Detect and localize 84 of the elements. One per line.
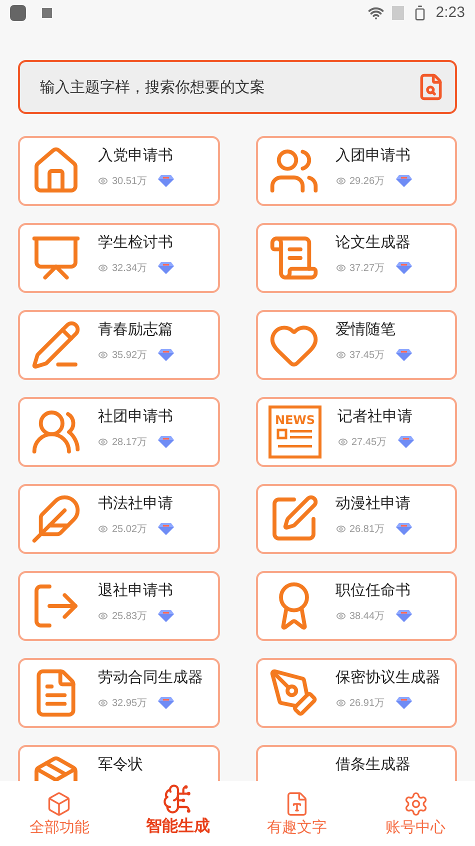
feature-card[interactable]: 学生检讨书 32.34万 xyxy=(18,223,220,293)
diamond-icon xyxy=(157,261,176,275)
feature-card[interactable]: 动漫社申请 26.81万 xyxy=(256,484,457,554)
feature-card[interactable]: 借条生成器 xyxy=(256,745,457,781)
views-icon xyxy=(338,437,348,447)
view-count: 29.26万 xyxy=(350,174,385,188)
feature-card[interactable]: 保密协议生成器 26.91万 xyxy=(256,658,457,728)
feather-icon xyxy=(30,493,82,545)
views-icon xyxy=(98,698,108,708)
card-title: 劳动合同生成器 xyxy=(98,668,203,688)
view-count: 30.51万 xyxy=(112,174,148,188)
nav-tab[interactable]: 智能生成 xyxy=(118,781,238,846)
feature-card[interactable]: 书法社申请 25.02万 xyxy=(18,484,220,554)
diamond-icon xyxy=(396,435,415,449)
pencil-icon xyxy=(30,319,82,371)
card-title: 职位任命书 xyxy=(336,581,412,601)
diamond-icon xyxy=(394,261,413,275)
card-title: 借条生成器 xyxy=(336,755,410,775)
diamond-icon xyxy=(394,696,413,710)
feature-card[interactable]: 论文生成器 37.27万 xyxy=(256,223,457,293)
card-title: 退社申请书 xyxy=(98,581,174,601)
diamond-icon xyxy=(157,174,176,188)
view-count: 37.27万 xyxy=(350,262,385,276)
view-count: 26.81万 xyxy=(350,522,385,536)
views-icon xyxy=(336,176,346,186)
diamond-icon xyxy=(157,348,176,362)
views-icon xyxy=(98,524,108,534)
card-title: 爱情随笔 xyxy=(336,320,396,340)
view-count: 37.45万 xyxy=(350,348,385,362)
views-icon xyxy=(98,176,108,186)
diamond-icon xyxy=(394,348,413,362)
feature-card[interactable]: 入团申请书 29.26万 xyxy=(256,136,457,206)
view-count: 27.45万 xyxy=(352,436,387,450)
card-title: 记者社申请 xyxy=(338,407,414,427)
view-count: 25.02万 xyxy=(112,522,148,536)
card-title: 入团申请书 xyxy=(336,146,412,166)
card-title: 保密协议生成器 xyxy=(336,668,440,688)
feature-card[interactable]: 入党申请书 30.51万 xyxy=(18,136,220,206)
feature-card[interactable]: 退社申请书 25.83万 xyxy=(18,571,220,641)
wifi-icon xyxy=(368,5,384,21)
feature-card[interactable]: 职位任命书 38.44万 xyxy=(256,571,457,641)
diamond-icon xyxy=(157,609,176,623)
search-field[interactable]: 输入主题字样，搜索你想要的文案 xyxy=(18,60,457,114)
card-title: 书法社申请 xyxy=(98,494,174,514)
card-title: 动漫社申请 xyxy=(336,494,412,514)
diamond-icon xyxy=(157,435,176,449)
settings-icon xyxy=(402,791,429,818)
view-count: 25.83万 xyxy=(112,610,148,624)
card-title: 青春励志篇 xyxy=(98,320,174,340)
card-title: 社团申请书 xyxy=(98,407,174,427)
view-count: 38.44万 xyxy=(350,610,385,624)
card-title: 军令状 xyxy=(98,755,143,775)
view-count: 28.17万 xyxy=(112,436,148,450)
views-icon xyxy=(336,611,346,621)
view-count: 32.95万 xyxy=(112,696,148,710)
diamond-icon xyxy=(394,174,413,188)
card-title: 论文生成器 xyxy=(336,233,412,253)
feature-card[interactable]: 劳动合同生成器 32.95万 xyxy=(18,658,220,728)
feature-card[interactable]: 爱情随笔 37.45万 xyxy=(256,310,457,380)
newspaper-icon: NEWS xyxy=(268,405,322,459)
card-title: 入党申请书 xyxy=(98,146,174,166)
diamond-icon xyxy=(394,609,413,623)
view-count: 32.34万 xyxy=(112,262,148,276)
view-count: 35.92万 xyxy=(112,348,148,362)
views-icon xyxy=(98,437,108,447)
views-icon xyxy=(336,350,346,360)
card-title: 学生检讨书 xyxy=(98,233,174,253)
clock-time: 2:23 xyxy=(436,2,465,23)
views-icon xyxy=(98,263,108,273)
views-icon xyxy=(98,611,108,621)
view-count: 26.91万 xyxy=(350,696,385,710)
diamond-icon xyxy=(394,522,413,536)
views-icon xyxy=(98,350,108,360)
views-icon xyxy=(336,524,346,534)
feature-card[interactable]: 军令状 xyxy=(18,745,220,781)
feature-card[interactable]: NEWS 记者社申请 27.45万 xyxy=(256,397,457,467)
feature-card[interactable]: 社团申请书 28.17万 xyxy=(18,397,220,467)
views-icon xyxy=(336,263,346,273)
box-icon xyxy=(46,791,72,818)
app-notification-icon xyxy=(10,5,26,21)
feature-card[interactable]: 青春励志篇 35.92万 xyxy=(18,310,220,380)
diamond-icon xyxy=(157,696,176,710)
diamond-icon xyxy=(157,522,176,536)
views-icon xyxy=(336,698,346,708)
